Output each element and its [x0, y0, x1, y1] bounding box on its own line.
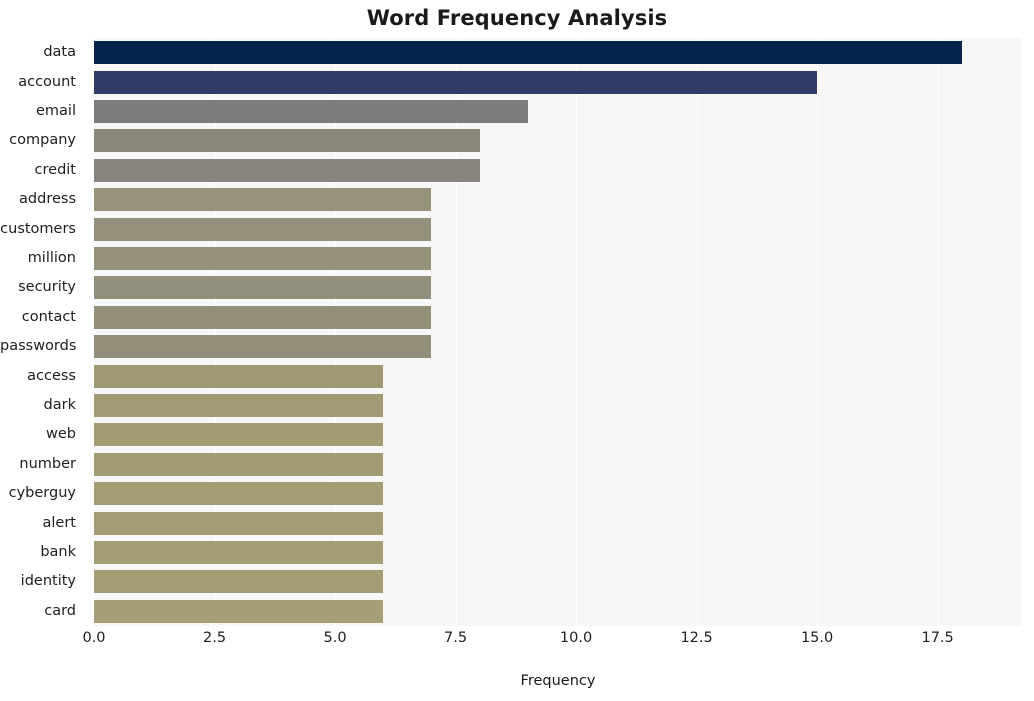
bar-row[interactable] — [94, 452, 1022, 476]
bar[interactable] — [94, 276, 432, 300]
bar[interactable] — [94, 364, 384, 388]
bar[interactable] — [94, 100, 528, 123]
gridline — [817, 38, 819, 626]
y-tick-label: cyberguy — [8, 485, 76, 502]
bar-row[interactable] — [94, 188, 1022, 212]
y-tick-label: company — [9, 132, 76, 149]
bar[interactable] — [94, 599, 384, 623]
gridline — [576, 38, 578, 626]
bar[interactable] — [94, 482, 384, 506]
gridline — [335, 38, 337, 626]
bar-row[interactable] — [94, 158, 1022, 182]
y-tick-label: account — [18, 73, 76, 90]
y-tick-label: bank — [40, 544, 76, 560]
bar-row[interactable] — [94, 100, 1022, 123]
bar-row[interactable] — [94, 394, 1022, 417]
y-tick-label: card — [44, 602, 76, 619]
bar[interactable] — [94, 188, 432, 212]
bar[interactable] — [94, 305, 432, 329]
bar[interactable] — [94, 41, 962, 65]
y-axis-tick-labels: data account email company credit address cust… — [0, 38, 86, 626]
bar-row[interactable] — [94, 41, 1022, 65]
bar-row[interactable] — [94, 276, 1022, 300]
bar-row[interactable] — [94, 423, 1022, 447]
chart-title: Word Frequency Analysis — [366, 6, 668, 30]
gridline — [696, 38, 698, 626]
y-tick-label: alert — [42, 514, 76, 531]
x-tick-label: 7.5 — [444, 630, 468, 646]
bar[interactable] — [94, 247, 432, 270]
x-tick-label: 5.0 — [323, 630, 347, 646]
bar-row[interactable] — [94, 247, 1022, 270]
y-tick-label: web — [46, 426, 76, 443]
x-axis-tick-labels: 0.0 2.5 5.0 7.5 10.0 12.5 15.0 17.5 — [82, 630, 1022, 656]
bar[interactable] — [94, 511, 384, 535]
x-tick-label: 2.5 — [202, 630, 227, 646]
bar[interactable] — [94, 335, 432, 359]
bar-row[interactable] — [94, 511, 1022, 535]
y-tick-label: dark — [43, 397, 76, 413]
y-tick-label: security — [18, 279, 76, 296]
bar[interactable] — [94, 217, 432, 241]
y-tick-label: number — [19, 455, 76, 472]
y-tick-label: email — [36, 103, 76, 119]
gridline — [214, 38, 216, 626]
y-tick-label: passwords — [0, 338, 77, 355]
x-tick-label: 0.0 — [82, 630, 106, 646]
x-tick-label: 17.5 — [921, 630, 954, 646]
bar-row[interactable] — [94, 70, 1022, 94]
y-tick-label: identity — [20, 573, 76, 590]
bar-row[interactable] — [94, 599, 1022, 623]
bar-row[interactable] — [94, 570, 1022, 594]
bar[interactable] — [94, 423, 384, 447]
y-tick-label: access — [27, 367, 76, 384]
y-tick-label: contact — [21, 308, 76, 325]
bar-row[interactable] — [94, 305, 1022, 329]
bar-row[interactable] — [94, 541, 1022, 564]
bar[interactable] — [94, 541, 384, 564]
word-frequency-chart-figure: Word Frequency Analysis data account email… — [0, 0, 1034, 701]
bar[interactable] — [94, 452, 384, 476]
bar[interactable] — [94, 70, 818, 94]
bar[interactable] — [94, 129, 480, 153]
bar[interactable] — [94, 570, 384, 594]
x-tick-label: 12.5 — [680, 630, 713, 646]
y-tick-label: data — [43, 44, 76, 61]
plot-area — [94, 38, 1022, 626]
bar-row[interactable] — [94, 129, 1022, 153]
bar-row[interactable] — [94, 335, 1022, 359]
bar-row[interactable] — [94, 482, 1022, 506]
y-tick-label: credit — [34, 161, 76, 178]
bar[interactable] — [94, 394, 384, 417]
x-axis-label: Frequency — [520, 673, 596, 689]
y-tick-label: address — [19, 191, 76, 208]
x-tick-label: 15.0 — [800, 630, 834, 646]
x-tick-label: 10.0 — [559, 630, 593, 646]
bar[interactable] — [94, 158, 480, 182]
y-tick-label: million — [27, 250, 76, 266]
bar-row[interactable] — [94, 364, 1022, 388]
y-tick-label: customers — [0, 220, 76, 237]
gridline — [94, 38, 95, 626]
gridline — [455, 38, 457, 626]
bar-row[interactable] — [94, 217, 1022, 241]
gridline — [937, 38, 939, 626]
